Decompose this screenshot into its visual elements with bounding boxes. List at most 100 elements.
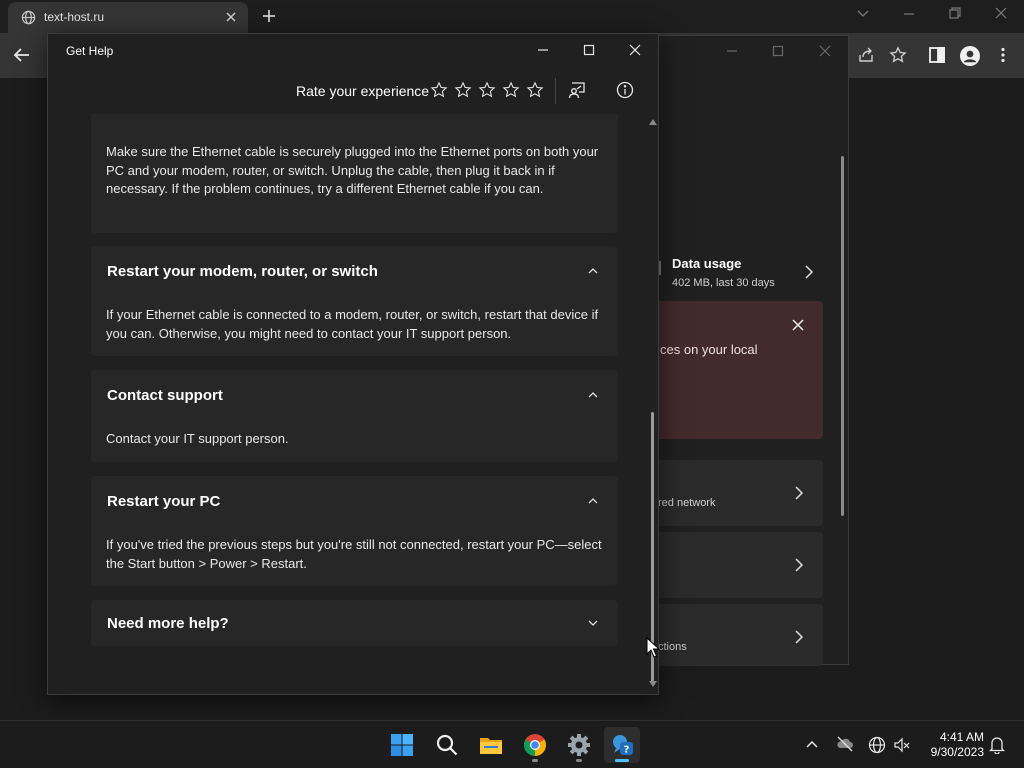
- browser-minimize-icon[interactable]: [902, 6, 916, 20]
- section-body: Make sure the Ethernet cable is securely…: [106, 144, 599, 196]
- feedback-icon[interactable]: [567, 80, 587, 100]
- data-usage-subtitle: 402 MB, last 30 days: [672, 277, 775, 289]
- new-tab-icon[interactable]: [261, 8, 277, 24]
- settings-card-2[interactable]: [658, 532, 823, 598]
- start-button[interactable]: [384, 727, 420, 763]
- section-body: If you've tried the previous steps but y…: [106, 537, 602, 571]
- settings-scrollbar[interactable]: [841, 156, 844, 516]
- star-icon[interactable]: [526, 81, 544, 99]
- browser-close-icon[interactable]: [994, 6, 1008, 20]
- section-body: Contact your IT support person.: [106, 431, 289, 446]
- chevron-right-icon: [793, 558, 805, 572]
- section-header[interactable]: Restart your modem, router, or switch: [91, 246, 618, 296]
- help-section-restart-modem: Restart your modem, router, or switch If…: [91, 246, 618, 356]
- browser-tab[interactable]: text-host.ru: [8, 2, 248, 33]
- section-header[interactable]: Need more help?: [91, 600, 618, 646]
- network-globe-icon[interactable]: [868, 736, 886, 754]
- taskbar: ? 4:41 AM 9/30/2023: [0, 720, 1024, 768]
- close-icon[interactable]: [628, 43, 642, 57]
- section-title: Restart your modem, router, or switch: [107, 263, 378, 280]
- chrome-button[interactable]: [517, 727, 553, 763]
- star-icon[interactable]: [430, 81, 448, 99]
- section-header[interactable]: Restart your PC: [91, 476, 618, 526]
- chevron-up-icon: [587, 265, 599, 277]
- chevron-up-icon: [587, 389, 599, 401]
- section-title: Contact support: [107, 387, 223, 404]
- get-help-icon: ?: [613, 735, 633, 756]
- get-help-window: Get Help Rate your experience Make sure …: [47, 33, 659, 695]
- notification-bell-icon[interactable]: [989, 736, 1005, 754]
- share-icon[interactable]: [857, 46, 875, 64]
- settings-card-network[interactable]: red network: [658, 460, 823, 526]
- browser-menu-icon[interactable]: [994, 46, 1012, 64]
- chevron-down-icon: [587, 617, 599, 629]
- chevron-right-icon: [793, 486, 805, 500]
- banner-text: ces on your local: [660, 342, 758, 357]
- clock-time: 4:41 AM: [939, 730, 984, 744]
- volume-muted-icon[interactable]: [893, 736, 911, 754]
- section-title: Need more help?: [107, 615, 229, 632]
- search-button[interactable]: [429, 727, 465, 763]
- help-section-restart-pc: Restart your PC If you've tried the prev…: [91, 476, 618, 586]
- star-icon[interactable]: [454, 81, 472, 99]
- chrome-icon: [524, 734, 546, 756]
- data-usage-title: Data usage: [672, 256, 742, 271]
- clock-date: 9/30/2023: [930, 745, 984, 759]
- settings-button[interactable]: [561, 727, 597, 763]
- scroll-up-arrow-icon[interactable]: [648, 118, 658, 126]
- card-text: red network: [658, 497, 716, 509]
- running-indicator: [576, 759, 582, 762]
- chevron-right-icon: [793, 630, 805, 644]
- tab-title: text-host.ru: [44, 10, 105, 24]
- help-scrollbar[interactable]: [648, 114, 658, 694]
- globe-icon: [21, 10, 36, 25]
- tab-close-icon[interactable]: [224, 10, 238, 24]
- back-arrow-icon[interactable]: [13, 46, 31, 64]
- mouse-pointer-icon: [646, 637, 660, 659]
- settings-card-connections[interactable]: ctions: [658, 604, 823, 666]
- rating-bar: Rate your experience: [48, 74, 658, 108]
- taskbar-clock[interactable]: 4:41 AM 9/30/2023: [920, 730, 984, 760]
- start-icon: [391, 734, 413, 756]
- network-discovery-banner: ces on your local: [658, 301, 823, 439]
- help-section-contact-support: Contact support Contact your IT support …: [91, 370, 618, 462]
- window-title: Get Help: [66, 44, 114, 58]
- scroll-down-arrow-icon[interactable]: [648, 680, 658, 688]
- browser-restore-icon[interactable]: [948, 6, 962, 20]
- settings-maximize-icon[interactable]: [771, 44, 785, 58]
- get-help-button[interactable]: ?: [604, 727, 640, 763]
- chevron-up-icon: [587, 495, 599, 507]
- help-section-need-more-help: Need more help?: [91, 600, 618, 646]
- settings-icon: [568, 734, 590, 756]
- file-explorer-button[interactable]: [473, 727, 509, 763]
- maximize-icon[interactable]: [582, 43, 596, 57]
- side-panel-icon[interactable]: [928, 46, 946, 64]
- browser-tabstrip: text-host.ru: [0, 0, 1024, 33]
- file-explorer-icon: [480, 738, 502, 754]
- minimize-icon[interactable]: [536, 43, 550, 57]
- bookmark-star-icon[interactable]: [889, 46, 907, 64]
- banner-close-icon[interactable]: [791, 318, 805, 332]
- tab-search-chevron-down-icon[interactable]: [856, 6, 870, 20]
- divider: [555, 78, 556, 104]
- profile-avatar-icon[interactable]: [960, 46, 980, 66]
- star-icon[interactable]: [502, 81, 520, 99]
- running-indicator: [532, 759, 538, 762]
- chevron-right-icon: [803, 265, 815, 279]
- settings-minimize-icon[interactable]: [725, 44, 739, 58]
- section-title: Restart your PC: [107, 493, 221, 510]
- rate-experience-label: Rate your experience: [296, 83, 430, 99]
- onedrive-offline-icon[interactable]: [836, 736, 854, 752]
- settings-close-icon[interactable]: [818, 44, 832, 58]
- section-header[interactable]: Contact support: [91, 370, 618, 420]
- section-body: If your Ethernet cable is connected to a…: [106, 307, 599, 341]
- info-icon[interactable]: [615, 80, 635, 100]
- get-help-titlebar[interactable]: Get Help: [48, 34, 658, 66]
- settings-window: Data usage 402 MB, last 30 days ces on y…: [658, 35, 849, 666]
- tray-chevron-up-icon[interactable]: [805, 737, 819, 751]
- search-icon: [436, 734, 458, 756]
- star-icon[interactable]: [478, 81, 496, 99]
- svg-text:?: ?: [624, 745, 630, 756]
- card-text: ctions: [658, 641, 687, 653]
- running-indicator: [615, 759, 629, 762]
